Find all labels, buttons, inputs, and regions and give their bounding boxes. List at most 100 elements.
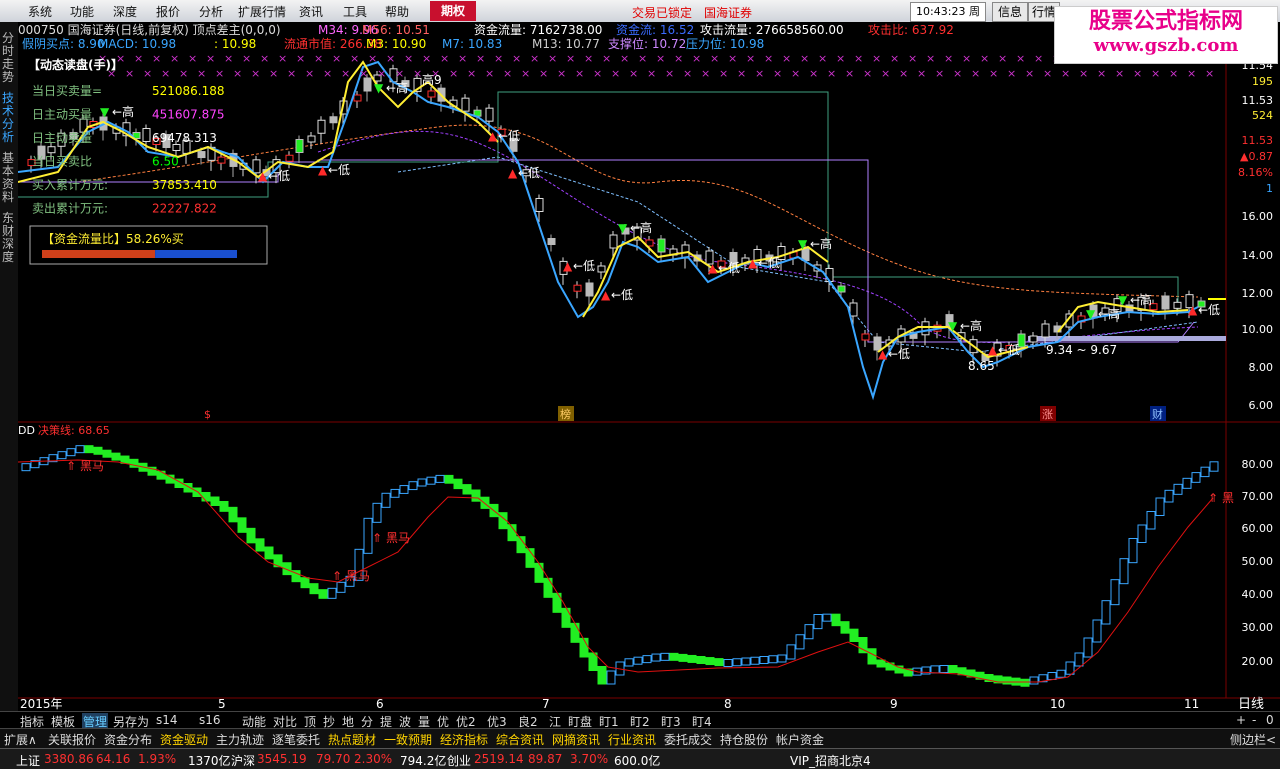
signal-cross: × [1205, 67, 1214, 80]
high-label: ←高 [810, 236, 832, 251]
tab-fundamentals[interactable]: 基本资料 [2, 152, 16, 204]
sidebar-toggle[interactable]: 侧边栏< [1230, 731, 1276, 748]
signal-cross: × [899, 67, 908, 80]
signal-cross: × [953, 67, 962, 80]
dd-bar [111, 452, 121, 461]
signal-cross: × [881, 67, 890, 80]
zoom-control[interactable]: + [1236, 713, 1246, 727]
tab-eastmoney-depth[interactable]: 东财深度 [2, 212, 16, 264]
dd-bar [696, 656, 706, 664]
menu-tools[interactable]: 工具 [343, 3, 367, 20]
dd-bar [714, 658, 724, 667]
function-bar-item[interactable]: 关联报价 [48, 731, 96, 748]
black-horse-label: 黑马 [346, 569, 370, 583]
menu-function[interactable]: 功能 [70, 3, 94, 20]
function-bar-item[interactable]: 网摘资讯 [552, 731, 600, 748]
function-bar-item[interactable]: 一致预期 [384, 731, 432, 748]
high-label: ←高 [112, 104, 134, 119]
low-marker: ▲ [708, 261, 718, 275]
function-bar-item[interactable]: 资金分布 [104, 731, 152, 748]
dd-bar [732, 658, 742, 667]
signal-cross: × [926, 52, 935, 65]
low-label: ←低 [998, 343, 1020, 357]
signal-cross: × [809, 67, 818, 80]
broker-name[interactable]: 国海证券 [704, 4, 752, 21]
signal-cross: × [422, 52, 431, 65]
function-bar-item[interactable]: 委托成交 [664, 731, 712, 748]
function-bar-item[interactable]: 主力轨迹 [216, 731, 264, 748]
menu-extended-market[interactable]: 扩展行情 [238, 3, 286, 20]
options-button[interactable]: 期权 [430, 1, 476, 21]
signal-cross: × [1079, 67, 1088, 80]
status-item: 1370亿 [188, 754, 231, 768]
function-bar-item[interactable]: 扩展∧ [4, 731, 37, 748]
zoom-control[interactable]: 0 [1266, 713, 1274, 727]
signal-cross: × [413, 67, 422, 80]
side-tab-bar: 分时走势 技术分析 基本资料 东财深度 [0, 22, 19, 712]
indicator-tab[interactable]: s14 [156, 713, 178, 727]
menu-news[interactable]: 资讯 [299, 3, 323, 20]
menu-depth[interactable]: 深度 [113, 3, 137, 20]
signal-cross: × [242, 52, 251, 65]
dd-bar [804, 624, 814, 640]
dd-bar [876, 659, 886, 668]
function-bar-item[interactable]: 资金驱动 [160, 731, 208, 748]
price-axis-label: 14.00 [1242, 249, 1274, 262]
menu-analysis[interactable]: 分析 [199, 3, 223, 20]
black-horse-label: 黑 [1222, 491, 1234, 505]
menu-help[interactable]: 帮助 [385, 3, 409, 20]
low-label: ←低 [328, 163, 350, 177]
signal-cross: × [251, 67, 260, 80]
indicator-tab[interactable]: s16 [199, 713, 221, 727]
signal-cross: × [827, 67, 836, 80]
header-row1-item: 资金流: 16.52 [616, 22, 694, 37]
price-axis-label: 16.00 [1242, 210, 1274, 223]
zoom-control[interactable]: - [1252, 713, 1256, 727]
function-bar-item[interactable]: 综合资讯 [496, 731, 544, 748]
signal-cross: × [269, 67, 278, 80]
indicator-tab-bar: 指标 模板 管理 另存为 s14 s16 动能 对比顶抄地分提波量优优2 优3 良2 江盯盘 盯1 盯2… [0, 711, 1280, 730]
signal-cross: × [188, 52, 197, 65]
status-item: 3545.19 [257, 752, 307, 766]
price-axis-label: 8.16% [1238, 166, 1273, 179]
tab-intraday[interactable]: 分时走势 [2, 32, 16, 84]
function-bar-item[interactable]: 逐笔委托 [272, 731, 320, 748]
low-marker: ▲ [748, 256, 758, 270]
info-button[interactable]: 信息 [992, 2, 1028, 22]
low-marker: ▲ [258, 169, 268, 183]
dd-bar [66, 448, 76, 457]
dynamic-panel-value: 69478.313 [152, 131, 217, 145]
header-row2-item: M13: 10.77 [532, 37, 600, 51]
dd-bar [606, 670, 616, 685]
function-bar-item[interactable]: 持仓股份 [720, 731, 768, 748]
period-label[interactable]: 日线 [1238, 697, 1264, 712]
function-bar-item[interactable]: 帐户资金 [776, 731, 824, 748]
function-bar-item[interactable]: 热点题材 [328, 731, 376, 748]
low-label: ←低 [498, 129, 520, 143]
chart-area[interactable]: 000750 国海证券(日线,前复权) 顶点差主(0,0,0) M34: 9.96… [18, 22, 1280, 712]
low-label: ←低 [888, 347, 910, 361]
menu-system[interactable]: 系统 [28, 3, 52, 20]
function-bar-item[interactable]: 经济指标 [440, 731, 488, 748]
signal-cross: × [746, 52, 755, 65]
low-label: ←低 [758, 256, 780, 270]
menu-quote[interactable]: 报价 [156, 3, 180, 20]
signal-cross: × [935, 67, 944, 80]
dd-bar [786, 644, 796, 660]
signal-cross: × [845, 67, 854, 80]
signal-cross: × [566, 52, 575, 65]
signal-cross: × [944, 52, 953, 65]
dd-axis-label: 70.00 [1242, 490, 1274, 503]
high-marker: ▼ [100, 105, 110, 119]
trade-lock-status[interactable]: 交易已锁定 [632, 4, 692, 21]
signal-cross: × [557, 67, 566, 80]
dd-bar [21, 463, 31, 472]
dd-bar [822, 613, 832, 622]
tab-technical-analysis[interactable]: 技术分析 [2, 92, 16, 144]
signal-cross: × [494, 52, 503, 65]
signal-cross: × [224, 52, 233, 65]
status-item: VIP_招商北京4 [790, 754, 871, 768]
signal-cross: × [683, 67, 692, 80]
function-bar-item[interactable]: 行业资讯 [608, 731, 656, 748]
signal-cross: × [611, 67, 620, 80]
